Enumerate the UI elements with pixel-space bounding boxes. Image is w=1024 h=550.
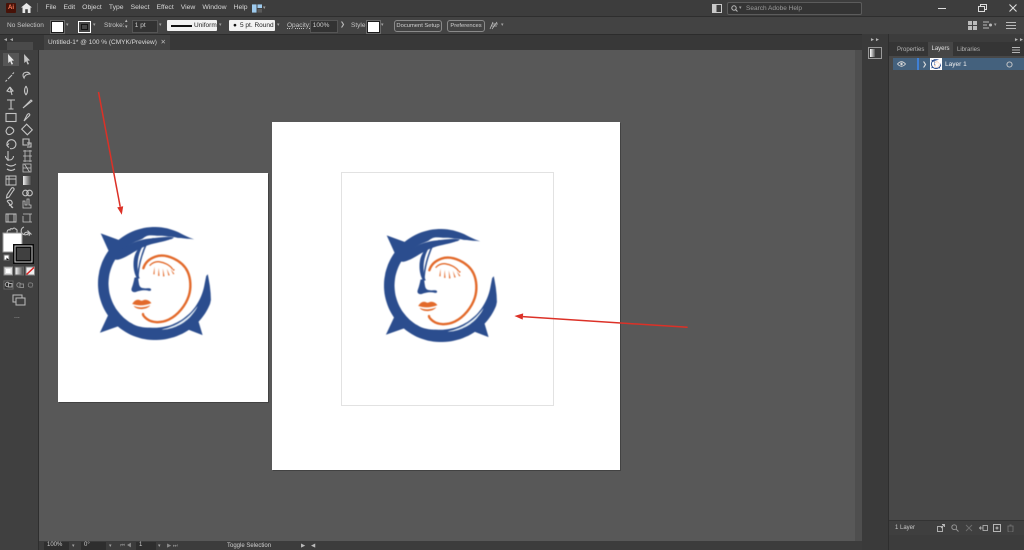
svg-text:...: ...	[14, 313, 20, 320]
